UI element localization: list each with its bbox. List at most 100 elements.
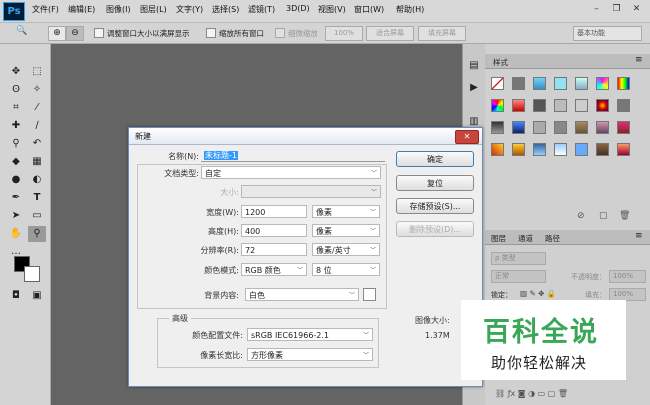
marquee-tool-icon[interactable]: ⬚ bbox=[28, 64, 46, 80]
tab-paths[interactable]: 路径 bbox=[545, 233, 560, 244]
minimize-button[interactable]: – bbox=[588, 2, 605, 16]
lasso-tool-icon[interactable]: ʘ bbox=[7, 82, 25, 98]
style-swatch[interactable] bbox=[491, 77, 504, 90]
fill-screen-button[interactable]: 填充屏幕 bbox=[418, 26, 466, 41]
lock-icons[interactable]: ▨ ✎ ✥ 🔒 bbox=[520, 289, 556, 298]
style-swatch[interactable] bbox=[617, 77, 630, 90]
style-swatch[interactable] bbox=[533, 99, 546, 112]
clear-style-icon[interactable]: ⊘ bbox=[577, 211, 585, 221]
menu-edit[interactable]: 编辑(E) bbox=[68, 4, 95, 15]
blur-tool-icon[interactable]: ● bbox=[7, 172, 25, 188]
menu-help[interactable]: 帮助(H) bbox=[396, 4, 424, 15]
menu-view[interactable]: 视图(V) bbox=[318, 4, 346, 15]
name-input[interactable]: 未标题-1 bbox=[201, 149, 385, 162]
dialog-close-button[interactable]: ✕ bbox=[455, 130, 479, 144]
style-swatch[interactable] bbox=[512, 77, 525, 90]
brush-tool-icon[interactable]: ∕ bbox=[28, 118, 46, 134]
layers-menu-icon[interactable]: ≡ bbox=[635, 231, 643, 241]
color-profile-select[interactable]: sRGB IEC61966-2.1 ﹀ bbox=[247, 328, 373, 341]
background-color-swatch[interactable] bbox=[363, 288, 376, 301]
move-tool-icon[interactable]: ✥ bbox=[7, 64, 25, 80]
eyedropper-icon[interactable]: ⁄ bbox=[28, 100, 46, 116]
style-swatch[interactable] bbox=[491, 99, 504, 112]
restore-button[interactable]: ❐ bbox=[608, 2, 625, 16]
reset-button[interactable]: 复位 bbox=[396, 175, 474, 191]
history-brush-icon[interactable]: ↶ bbox=[28, 136, 46, 152]
menu-layer[interactable]: 图层(L) bbox=[140, 4, 167, 15]
style-swatch[interactable] bbox=[491, 143, 504, 156]
pen-tool-icon[interactable]: ✒ bbox=[7, 190, 25, 206]
screen-mode-icon[interactable]: ▣ bbox=[28, 288, 46, 304]
zoom-100-button[interactable]: 100% bbox=[325, 26, 363, 41]
style-swatch[interactable] bbox=[533, 77, 546, 90]
history-panel-icon[interactable]: ▤ bbox=[465, 58, 483, 74]
style-swatch[interactable] bbox=[575, 143, 588, 156]
resolution-unit-select[interactable]: 像素/英寸 ﹀ bbox=[312, 243, 380, 256]
pixel-aspect-select[interactable]: 方形像素 ﹀ bbox=[247, 348, 373, 361]
healing-brush-icon[interactable]: ✚ bbox=[7, 118, 25, 134]
new-style-icon[interactable]: ▢ bbox=[599, 211, 608, 221]
eraser-tool-icon[interactable]: ◆ bbox=[7, 154, 25, 170]
menu-3d[interactable]: 3D(D) bbox=[286, 4, 310, 13]
resize-windows-checkbox[interactable] bbox=[94, 28, 104, 38]
size-select[interactable]: ﹀ bbox=[241, 185, 381, 198]
clone-stamp-icon[interactable]: ⚲ bbox=[7, 136, 25, 152]
layer-kind-filter[interactable]: ρ 类型 bbox=[491, 252, 546, 265]
menu-filter[interactable]: 滤镜(T) bbox=[248, 4, 275, 15]
tab-channels[interactable]: 通道 bbox=[518, 233, 533, 244]
style-swatch[interactable] bbox=[617, 99, 630, 112]
zoom-tool-icon[interactable]: ⚲ bbox=[28, 226, 46, 242]
hand-tool-icon[interactable]: ✋ bbox=[7, 226, 25, 242]
menu-image[interactable]: 图像(I) bbox=[106, 4, 131, 15]
panel-menu-icon[interactable]: ≡ bbox=[635, 55, 643, 65]
fit-screen-button[interactable]: 适合屏幕 bbox=[366, 26, 414, 41]
style-swatch[interactable] bbox=[596, 121, 609, 134]
actions-panel-icon[interactable]: ▶ bbox=[465, 80, 483, 96]
zoom-tool-icon[interactable]: 🔍 bbox=[16, 26, 27, 36]
width-unit-select[interactable]: 像素 ﹀ bbox=[312, 205, 380, 218]
style-swatch[interactable] bbox=[575, 99, 588, 112]
resolution-input[interactable]: 72 bbox=[241, 243, 307, 256]
background-color-swatch[interactable] bbox=[24, 266, 40, 282]
crop-tool-icon[interactable]: ⌗ bbox=[7, 100, 25, 116]
dodge-tool-icon[interactable]: ◐ bbox=[28, 172, 46, 188]
style-swatch[interactable] bbox=[596, 99, 609, 112]
blend-mode-select[interactable]: 正常 bbox=[491, 270, 546, 283]
style-swatch[interactable] bbox=[491, 121, 504, 134]
style-swatch[interactable] bbox=[533, 121, 546, 134]
color-mode-select[interactable]: RGB 颜色 ﹀ bbox=[241, 263, 307, 276]
background-select[interactable]: 白色 ﹀ bbox=[245, 288, 359, 301]
save-preset-button[interactable]: 存储预设(S)... bbox=[396, 198, 474, 214]
delete-preset-button[interactable]: 删除预设(D)... bbox=[396, 221, 474, 237]
bit-depth-select[interactable]: 8 位 ﹀ bbox=[312, 263, 380, 276]
width-input[interactable]: 1200 bbox=[241, 205, 307, 218]
menu-file[interactable]: 文件(F) bbox=[32, 4, 59, 15]
zoom-all-checkbox[interactable] bbox=[206, 28, 216, 38]
delete-style-icon[interactable]: 🗑 bbox=[619, 211, 630, 221]
style-swatch[interactable] bbox=[554, 121, 567, 134]
shape-tool-icon[interactable]: ▭ bbox=[28, 208, 46, 224]
height-unit-select[interactable]: 像素 ﹀ bbox=[312, 224, 380, 237]
zoom-in-icon[interactable]: ⊕ bbox=[48, 26, 66, 41]
layer-footer-icons[interactable]: ⛓ ƒx ◙ ◑ ▭ ▢ 🗑 bbox=[495, 389, 568, 398]
style-swatch[interactable] bbox=[554, 143, 567, 156]
gradient-tool-icon[interactable]: ▦ bbox=[28, 154, 46, 170]
preset-select[interactable]: 自定 ﹀ bbox=[201, 166, 381, 179]
workspace-select[interactable]: 基本功能 bbox=[573, 26, 642, 41]
path-selection-icon[interactable]: ➤ bbox=[7, 208, 25, 224]
tab-layers[interactable]: 图层 bbox=[491, 233, 506, 244]
style-swatch[interactable] bbox=[617, 121, 630, 134]
magic-wand-icon[interactable]: ✧ bbox=[28, 82, 46, 98]
style-swatch[interactable] bbox=[554, 77, 567, 90]
style-swatch[interactable] bbox=[596, 77, 609, 90]
quick-mask-icon[interactable]: ◘ bbox=[7, 288, 25, 304]
menu-type[interactable]: 文字(Y) bbox=[176, 4, 203, 15]
zoom-out-icon[interactable]: ⊖ bbox=[66, 26, 84, 41]
height-input[interactable]: 400 bbox=[241, 224, 307, 237]
style-swatch[interactable] bbox=[512, 121, 525, 134]
style-swatch[interactable] bbox=[554, 99, 567, 112]
scrubby-checkbox[interactable] bbox=[275, 28, 285, 38]
style-swatch[interactable] bbox=[512, 99, 525, 112]
style-swatch[interactable] bbox=[533, 143, 546, 156]
style-swatch[interactable] bbox=[512, 143, 525, 156]
